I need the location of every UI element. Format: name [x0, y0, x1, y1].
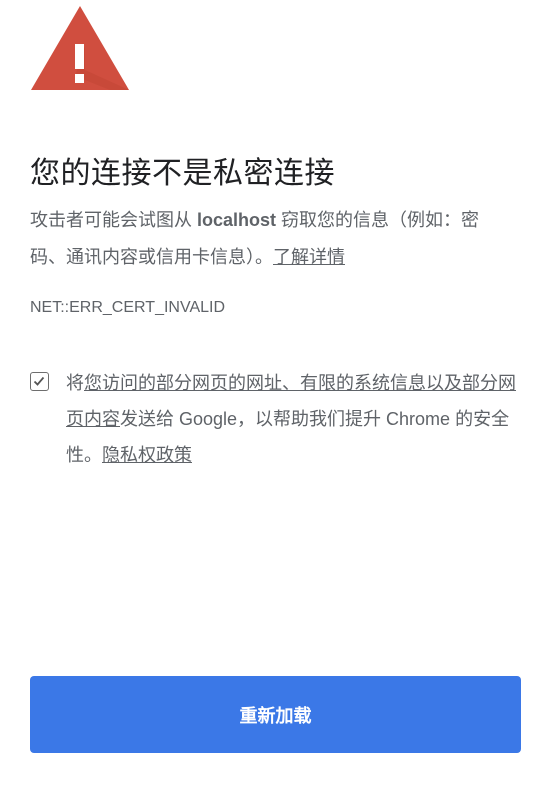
warning-triangle-icon — [31, 6, 129, 90]
privacy-policy-link[interactable]: 隐私权政策 — [102, 445, 192, 465]
reload-button[interactable]: 重新加载 — [30, 676, 521, 753]
learn-more-link[interactable]: 了解详情 — [273, 247, 345, 267]
opt-in-text: 将 — [66, 373, 84, 393]
opt-in-checkbox[interactable] — [30, 372, 49, 391]
error-description: 攻击者可能会试图从 localhost 窃取您的信息（例如：密码、通讯内容或信用… — [30, 202, 505, 276]
safe-browsing-opt-in: 将您访问的部分网页的网址、有限的系统信息以及部分网页内容发送给 Google，以… — [30, 365, 525, 473]
description-text: 攻击者可能会试图从 — [30, 210, 198, 230]
error-code: NET::ERR_CERT_INVALID — [30, 299, 226, 316]
checkmark-icon — [33, 376, 45, 386]
host-name: localhost — [197, 210, 277, 230]
page-title: 您的连接不是私密连接 — [30, 157, 335, 190]
